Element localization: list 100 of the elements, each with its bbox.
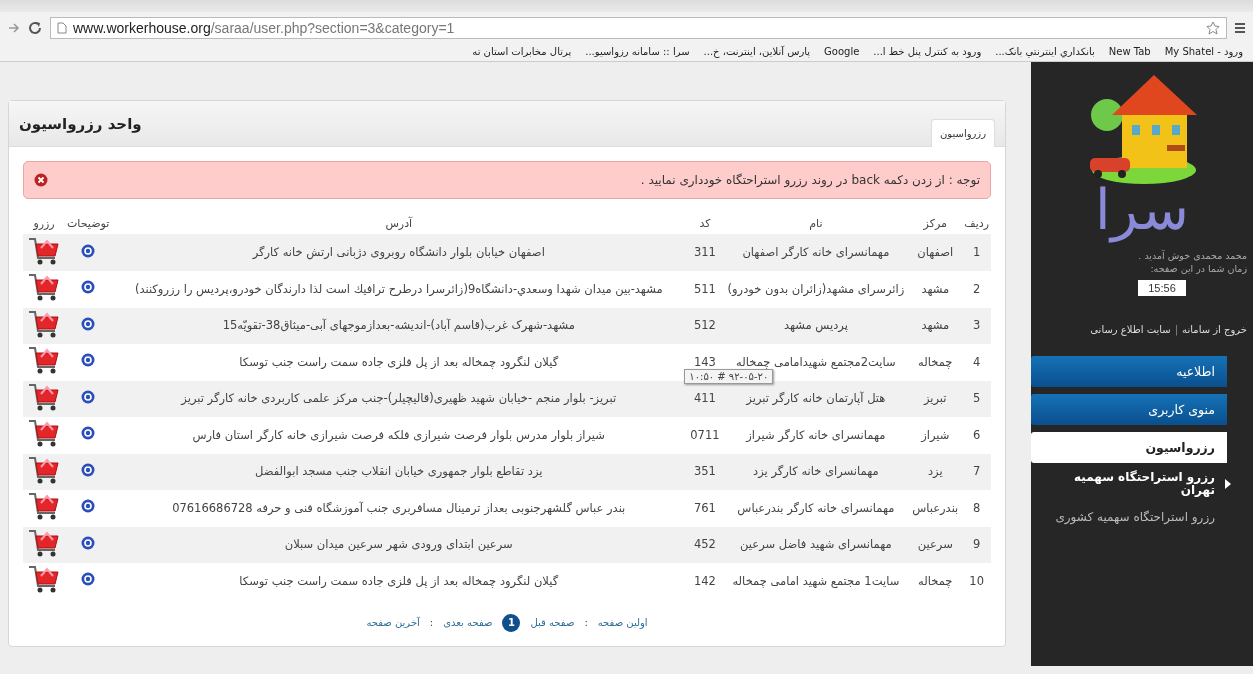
info-icon[interactable] (81, 316, 96, 331)
info-icon[interactable] (81, 535, 96, 550)
table-cell: 143 (693, 354, 716, 369)
time-display: 15:56 (1138, 279, 1186, 296)
table-cell: یزد (927, 464, 943, 479)
page-link[interactable]: صفحه بعدی (443, 617, 493, 628)
info-icon[interactable] (81, 243, 96, 258)
reload-icon[interactable] (28, 21, 42, 35)
table-cell: 4 (973, 354, 981, 369)
table-cell: گیلان لنگرود چمخاله بعد از پل فلزی جاده سمت راست جنب توسکا (239, 354, 559, 369)
table-cell: یزد تقاطع بلوار جمهوری خیابان انقلاب جنب مسجد ابوالفضل (255, 464, 543, 479)
table-cell: 142 (693, 573, 716, 588)
shopping-cart-icon[interactable] (27, 272, 61, 303)
shopping-cart-icon[interactable] (27, 527, 61, 558)
shopping-cart-icon[interactable] (27, 454, 61, 485)
column-header: رزرو (23, 213, 65, 234)
bookmark[interactable]: پرتال مخابرات استان ته (472, 46, 572, 57)
bookmark[interactable]: Google (824, 46, 860, 57)
table-cell: 761 (693, 500, 716, 515)
table-cell: چمخاله (918, 354, 953, 369)
sidebar-link[interactable]: خروج از سامانه (1182, 323, 1247, 335)
table-cell: 9 (973, 537, 981, 552)
table-cell: 5 (973, 391, 981, 406)
table-cell: گیلان لنگرود چمخاله بعد از پل فلزی جاده سمت راست جنب توسکا (239, 573, 559, 588)
menu-button[interactable]: رزرواسیون (1031, 431, 1227, 463)
info-icon[interactable] (81, 572, 96, 587)
table-cell: 2 (973, 281, 981, 296)
menu-button[interactable]: منوی کاربری (1031, 393, 1227, 425)
table-cell: 3 (973, 318, 981, 333)
address-bar[interactable]: www.workerhouse.org/saraa/user.php?section=3&category=1 (50, 17, 1227, 39)
shopping-cart-icon[interactable] (27, 491, 61, 522)
shopping-cart-icon[interactable] (27, 235, 61, 266)
table-cell: سرعین (917, 537, 953, 552)
logo-text: سرا (1095, 176, 1189, 244)
table-cell: مشهد-بین میدان شهدا وسعدي-دانشگاه9(زائرسرا درطرح ترافيك است لذا دارندگان خودرو،پرديس را رزروكنند) (134, 281, 663, 296)
page-link[interactable]: آخرین صفحه (366, 617, 420, 628)
welcome-text: محمد محمدی خوش آمدید . (1137, 249, 1248, 263)
info-icon[interactable] (81, 389, 96, 404)
sidebar-link[interactable]: سایت اطلاع رسانی (1090, 323, 1171, 335)
forward-arrow-icon[interactable] (8, 22, 20, 34)
bookmark[interactable]: پارس آنلاین، اینترنت، خ... (703, 46, 811, 57)
column-header: آدرس (111, 213, 687, 234)
table-cell: اصفهان (917, 245, 954, 259)
table-cell: مهمانسرای خانه کارگر یزد (753, 464, 879, 479)
column-header: توضیحات (65, 213, 112, 234)
shopping-cart-icon[interactable] (27, 381, 61, 412)
separator-text: : (429, 617, 434, 628)
table-cell: مهمانسرای خانه کارگر بندرعباس (737, 500, 895, 515)
menu-icon[interactable] (1235, 22, 1245, 34)
time-label: زمان شما در این صفحه: (1149, 262, 1248, 276)
table-cell: 351 (693, 464, 716, 479)
table-cell: چمخاله (918, 573, 953, 588)
bookmark[interactable]: ورود به کنترل پنل خط ا... (873, 46, 982, 57)
table-cell: بندر عباس گلشهرجنوبی بعداز ترمینال مسافربری جنب آموزشگاه فنی و حرفه 07616686728 (172, 500, 626, 515)
page-link[interactable]: صفحه قبل (530, 617, 575, 628)
table-cell: زائرسرای مشهد(زائران بدون خودرو) (727, 281, 905, 296)
table-cell: پردیس مشهد (783, 318, 848, 333)
table-cell: 511 (693, 281, 716, 296)
separator-text: | (1174, 323, 1179, 335)
table-cell: اصفهان خیابان بلوار دانشگاه روبروی دژبانی ارتش خانه کارگر (252, 245, 545, 259)
bookmark[interactable]: New Tab (1108, 46, 1151, 57)
shopping-cart-icon[interactable] (27, 308, 61, 339)
tab[interactable]: رزرواسیون (931, 119, 995, 147)
star-icon[interactable] (1206, 21, 1220, 35)
table-cell: مهمانسرای خانه کارگر شیراز (746, 427, 886, 442)
table-cell: 512 (693, 318, 716, 333)
table-cell: تبریز (923, 391, 947, 406)
table-cell: هتل آپارتمان خانه کارگر تبریز (746, 391, 886, 406)
table-cell: مشهد-شهرک غرب(قاسم آباد)-اندیشه-بعدازموجهای آبی-میثاق38-تقویّه15 (222, 318, 575, 333)
shopping-cart-icon[interactable] (27, 345, 61, 376)
info-icon[interactable] (81, 499, 96, 514)
page-number[interactable]: 1 (502, 613, 521, 632)
table-cell: 6 (973, 427, 981, 442)
page-icon (57, 22, 67, 34)
tooltip: ۱۰:۵۰ # ۹۲-۰۵-۲۰ (684, 369, 774, 384)
table-cell: 7 (973, 464, 981, 479)
bookmark[interactable]: سرا :: سامانه رزواسیو... (585, 46, 690, 57)
close-icon[interactable] (34, 173, 48, 187)
shopping-cart-icon[interactable] (27, 564, 61, 595)
panel-title: واحد رزرواسیون (19, 114, 142, 133)
table-cell: سایت1 مجتمع شهید امامی چمخاله (732, 573, 900, 588)
menu-button[interactable]: اطلاعیه (1031, 355, 1227, 387)
info-icon[interactable] (81, 426, 96, 441)
table-cell: تبریز- بلوار منجم -خیابان شهید ظهیری(قالیچیلر)-جنب مرکز علمی کاربردی خانه کارگر تبریز (181, 391, 617, 406)
table-cell: 311 (693, 245, 716, 259)
info-icon[interactable] (81, 280, 96, 295)
column-header: کد (686, 213, 724, 234)
table-cell: سایت2مجتمع شهیدامامی چمخاله (736, 354, 896, 369)
bookmark[interactable]: ورود - My Shatel (1164, 46, 1243, 57)
page-link[interactable]: اولین صفحه (597, 617, 648, 628)
shopping-cart-icon[interactable] (27, 418, 61, 449)
info-icon[interactable] (81, 353, 96, 368)
alert-text: توجه : از زدن دکمه back در روند رزرو استراحتگاه خودداری نمایید . (640, 173, 980, 187)
submenu-item[interactable]: رزرو استراحتگاه سهمیه کشوری (1031, 503, 1227, 531)
info-icon[interactable] (81, 462, 96, 477)
table-cell: مهمانسرای شهید فاضل سرعین (740, 537, 892, 552)
column-header: مرکز (908, 213, 963, 234)
column-header: نام (723, 213, 909, 234)
bookmark[interactable]: بانکداري اينترنتي بانک... (995, 46, 1095, 57)
separator-text: : (584, 617, 588, 628)
